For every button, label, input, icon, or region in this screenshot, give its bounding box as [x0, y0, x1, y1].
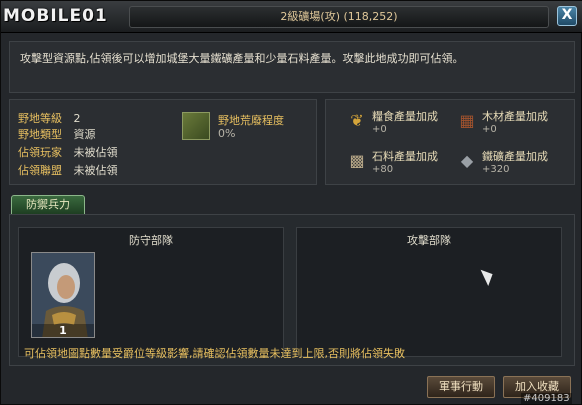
info-row-player: 佔領玩家 未被佔領	[18, 144, 118, 160]
info-panel: 野地等級 2 野地類型 資源 佔領玩家 未被佔領 佔領聯盟 未被佔領 野地荒廢程…	[9, 99, 317, 185]
barren-value: 0%	[218, 127, 236, 140]
info-value: 2	[73, 112, 81, 125]
defense-header: 防守部隊	[129, 234, 173, 247]
production-name: 木材產量加成	[482, 110, 548, 123]
info-value: 資源	[73, 128, 96, 141]
production-value: +0	[372, 124, 387, 135]
wood-icon: ▦	[459, 111, 475, 130]
hero-count: 1	[32, 324, 94, 337]
production-iron: ◆ 鐵礦產量加成 +320	[456, 148, 576, 182]
production-food: ❦ 糧食產量加成 +0	[346, 108, 466, 142]
info-label: 佔領玩家	[18, 146, 62, 159]
attack-header: 攻擊部隊	[407, 234, 451, 247]
production-value: +80	[372, 164, 394, 175]
occupation-notice: 可佔領地圖點數量受爵位等級影響,請確認佔領數量未達到上限,否則將佔領失敗	[24, 347, 405, 360]
tab-defense-troops[interactable]: 防禦兵力	[11, 195, 85, 215]
production-wood: ▦ 木材產量加成 +0	[456, 108, 576, 142]
site-logo: MOBILE01	[3, 6, 108, 26]
production-name: 糧食產量加成	[372, 110, 438, 123]
production-stone: ▩ 石料產量加成 +80	[346, 148, 466, 182]
info-value: 未被佔領	[73, 164, 118, 177]
title-bar: MOBILE01 2級礦場(攻) (118,252) X	[1, 1, 582, 33]
field-ruin-icon	[182, 112, 210, 140]
info-label: 佔領聯盟	[18, 164, 62, 177]
production-panel: ❦ 糧食產量加成 +0 ▦ 木材產量加成 +0 ▩ 石料產量加成 +80 ◆ 鐵…	[325, 99, 575, 185]
troops-panel: 防守部隊 1 攻擊部隊 可佔領地圖點數量受爵位等級影響,請確認佔領數量未達到上限…	[9, 214, 575, 366]
info-value: 未被佔領	[73, 146, 118, 159]
window-title: 2級礦場(攻) (118,252)	[129, 6, 549, 28]
wilderness-window: MOBILE01 2級礦場(攻) (118,252) X 攻擊型資源點,佔領後可…	[0, 0, 582, 405]
production-value: +0	[482, 124, 497, 135]
info-label: 野地類型	[18, 128, 62, 141]
barren-label: 野地荒廢程度	[218, 114, 284, 127]
attack-column: 攻擊部隊	[296, 227, 562, 357]
watermark: #409183	[521, 393, 572, 404]
close-button[interactable]: X	[557, 6, 577, 26]
wheat-icon: ❦	[350, 111, 364, 130]
production-name: 鐵礦產量加成	[482, 150, 548, 163]
info-label: 野地等級	[18, 112, 62, 125]
defense-column: 防守部隊 1	[18, 227, 284, 357]
info-row-alliance: 佔領聯盟 未被佔領	[18, 162, 118, 178]
production-name: 石料產量加成	[372, 150, 438, 163]
production-value: +320	[482, 164, 510, 175]
iron-ore-icon: ◆	[460, 151, 474, 170]
info-row-level: 野地等級 2	[18, 110, 81, 126]
hero-portrait[interactable]: 1	[31, 252, 95, 338]
stone-icon: ▩	[349, 151, 365, 170]
description-panel: 攻擊型資源點,佔領後可以增加城堡大量鐵礦產量和少量石料產量。攻擊此地成功即可佔領…	[9, 41, 575, 93]
info-row-type: 野地類型 資源	[18, 126, 96, 142]
military-action-button[interactable]: 軍事行動	[427, 376, 495, 398]
